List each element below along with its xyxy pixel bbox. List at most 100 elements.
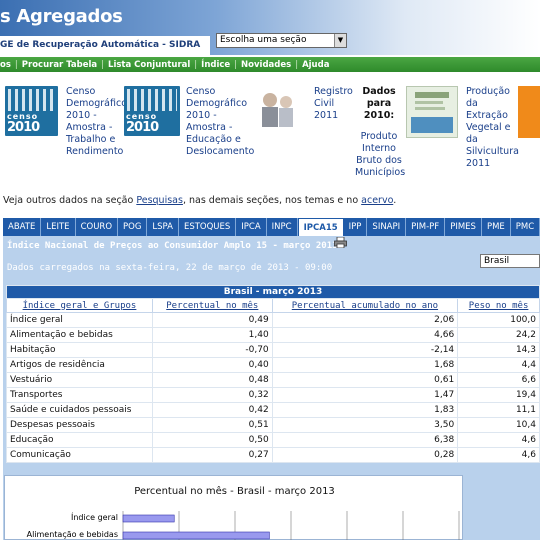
banner-extracao-vegetal[interactable]: Produção da Extração Vegetal e da Silvic… <box>466 86 521 170</box>
main-nav: os | Procurar Tabela | Lista Conjuntural… <box>0 57 540 72</box>
tab-sinapi[interactable]: SINAPI <box>367 218 407 236</box>
row-value: 6,6 <box>457 372 540 388</box>
row-label: Habitação <box>6 342 153 358</box>
nav-separator: | <box>14 59 18 70</box>
row-value: 0,50 <box>151 432 273 448</box>
print-icon[interactable] <box>334 237 347 248</box>
row-value: 6,38 <box>271 432 459 448</box>
category-label: Índice geral <box>71 511 118 522</box>
nav-item-ajuda[interactable]: Ajuda <box>302 60 329 70</box>
table-row: Índice geral 0,49 2,06 100,0 <box>6 312 540 328</box>
table-row: Artigos de residência 0,40 1,68 4,4 <box>6 357 540 373</box>
row-value: 11,1 <box>457 402 540 418</box>
row-value: 3,50 <box>271 417 459 433</box>
row-value: 0,51 <box>151 417 273 433</box>
row-value: 0,49 <box>151 312 273 328</box>
nav-item-procurar-tabela[interactable]: Procurar Tabela <box>22 60 97 70</box>
row-value: 19,4 <box>457 387 540 403</box>
row-value: 24,2 <box>457 327 540 343</box>
row-value: 10,4 <box>457 417 540 433</box>
info-line: Veja outros dados na seção Pesquisas, na… <box>3 195 396 206</box>
column-header[interactable]: Índice geral e Grupos <box>6 298 153 313</box>
row-value: -2,14 <box>271 342 459 358</box>
row-value: 1,40 <box>151 327 273 343</box>
tab-pmc[interactable]: PMC <box>510 218 540 236</box>
table-row: Despesas pessoais 0,51 3,50 10,4 <box>6 417 540 433</box>
row-value: 0,28 <box>271 447 459 463</box>
tab-couro[interactable]: COURO <box>75 218 119 236</box>
chart-bar <box>122 514 175 523</box>
nav-item-indice[interactable]: Índice <box>201 60 230 70</box>
hands-graphic-icon <box>8 89 55 111</box>
row-value: 4,4 <box>457 357 540 373</box>
row-value: 100,0 <box>457 312 540 328</box>
banner-pib-municipios[interactable]: Dados para 2010: Produto Interno Bruto d… <box>355 86 406 179</box>
tab-leite[interactable]: LEITE <box>41 218 76 236</box>
row-label: Artigos de residência <box>6 357 153 373</box>
tab-estoques[interactable]: ESTOQUES <box>178 218 237 236</box>
row-label: Alimentação e bebidas <box>6 327 153 343</box>
row-label: Comunicação <box>6 447 153 463</box>
tab-ipca[interactable]: IPCA <box>236 218 267 236</box>
row-value: -0,70 <box>151 342 273 358</box>
link-pesquisas[interactable]: Pesquisas <box>136 195 183 206</box>
region-select[interactable]: Brasil <box>480 254 540 268</box>
row-value: 1,47 <box>271 387 459 403</box>
chevron-down-icon[interactable]: ▼ <box>334 34 346 47</box>
nav-item-novidades[interactable]: Novidades <box>241 60 291 70</box>
column-header[interactable]: Peso no mês <box>457 298 540 313</box>
nav-separator: | <box>101 59 105 70</box>
column-header[interactable]: Percentual no mês <box>151 298 273 313</box>
table-row: Habitação -0,70 -2,14 14,3 <box>6 342 540 358</box>
registro-civil-photo[interactable] <box>256 88 300 128</box>
row-value: 0,42 <box>151 402 273 418</box>
row-label: Vestuário <box>6 372 153 388</box>
site-header: s Agregados GE de Recuperação Automática… <box>0 0 540 55</box>
survey-tabs: ABATE LEITE COURO POG LSPA ESTOQUES IPCA… <box>3 218 540 236</box>
partial-thumbnail[interactable] <box>518 86 540 138</box>
row-label: Despesas pessoais <box>6 417 153 433</box>
category-label: Alimentação e bebidas <box>27 530 118 539</box>
tab-pimes[interactable]: PIMES <box>445 218 482 236</box>
row-value: 0,32 <box>151 387 273 403</box>
ipca15-table: Brasil - março 2013 Índice geral e Grupo… <box>6 285 540 463</box>
tab-pim-pf[interactable]: PIM-PF <box>406 218 446 236</box>
tab-abate[interactable]: ABATE <box>3 218 42 236</box>
table-row: Alimentação e bebidas 1,40 4,66 24,2 <box>6 327 540 343</box>
nav-item-lista-conjuntural[interactable]: Lista Conjuntural <box>108 60 190 70</box>
tab-lspa[interactable]: LSPA <box>147 218 179 236</box>
nav-separator: | <box>234 59 238 70</box>
censo-2010-thumbnail[interactable]: censo 2010 <box>124 86 180 136</box>
chart-bar <box>122 531 270 540</box>
censo-badge: censo 2010 <box>7 112 40 135</box>
banner-censo-educacao[interactable]: Censo Demográfico 2010 - Amostra - Educa… <box>186 86 254 158</box>
info-text: Veja outros dados na seção <box>3 195 137 206</box>
link-acervo[interactable]: acervo <box>361 195 393 206</box>
banner-pib-text: Produto Interno Bruto dos Municípios <box>355 131 406 178</box>
section-select[interactable]: Escolha uma seção ▼ <box>216 33 347 48</box>
loaded-timestamp: Dados carregados na sexta-feira, 22 de m… <box>7 263 333 273</box>
tab-inpc[interactable]: INPC <box>266 218 298 236</box>
banner-registro-civil[interactable]: Registro Civil 2011 <box>314 86 354 122</box>
row-value: 2,06 <box>271 312 459 328</box>
extracao-vegetal-thumbnail[interactable] <box>406 86 458 138</box>
tab-ipp[interactable]: IPP <box>343 218 368 236</box>
tab-ipca15[interactable]: IPCA15 <box>297 218 344 236</box>
tab-pog[interactable]: POG <box>118 218 148 236</box>
banner-censo-trabalho[interactable]: Censo Demográfico 2010 - Amostra - Traba… <box>66 86 127 158</box>
censo-2010-thumbnail[interactable]: censo 2010 <box>5 86 58 136</box>
bar-chart: Índice geral Alimentação e bebidas <box>27 511 460 540</box>
row-value: 4,6 <box>457 432 540 448</box>
row-value: 4,66 <box>271 327 459 343</box>
tab-pme[interactable]: PME <box>481 218 511 236</box>
row-label: Educação <box>6 432 153 448</box>
column-header[interactable]: Percentual acumulado no ano <box>271 298 459 313</box>
page-title: s Agregados <box>0 6 123 27</box>
row-value: 14,3 <box>457 342 540 358</box>
info-text: , nas demais seções, nos temas e no <box>182 195 362 206</box>
table-row: Transportes 0,32 1,47 19,4 <box>6 387 540 403</box>
nav-item-partial[interactable]: os <box>0 60 11 70</box>
row-value: 0,48 <box>151 372 273 388</box>
row-value: 1,83 <box>271 402 459 418</box>
site-subtitle: GE de Recuperação Automática - SIDRA <box>0 40 201 50</box>
